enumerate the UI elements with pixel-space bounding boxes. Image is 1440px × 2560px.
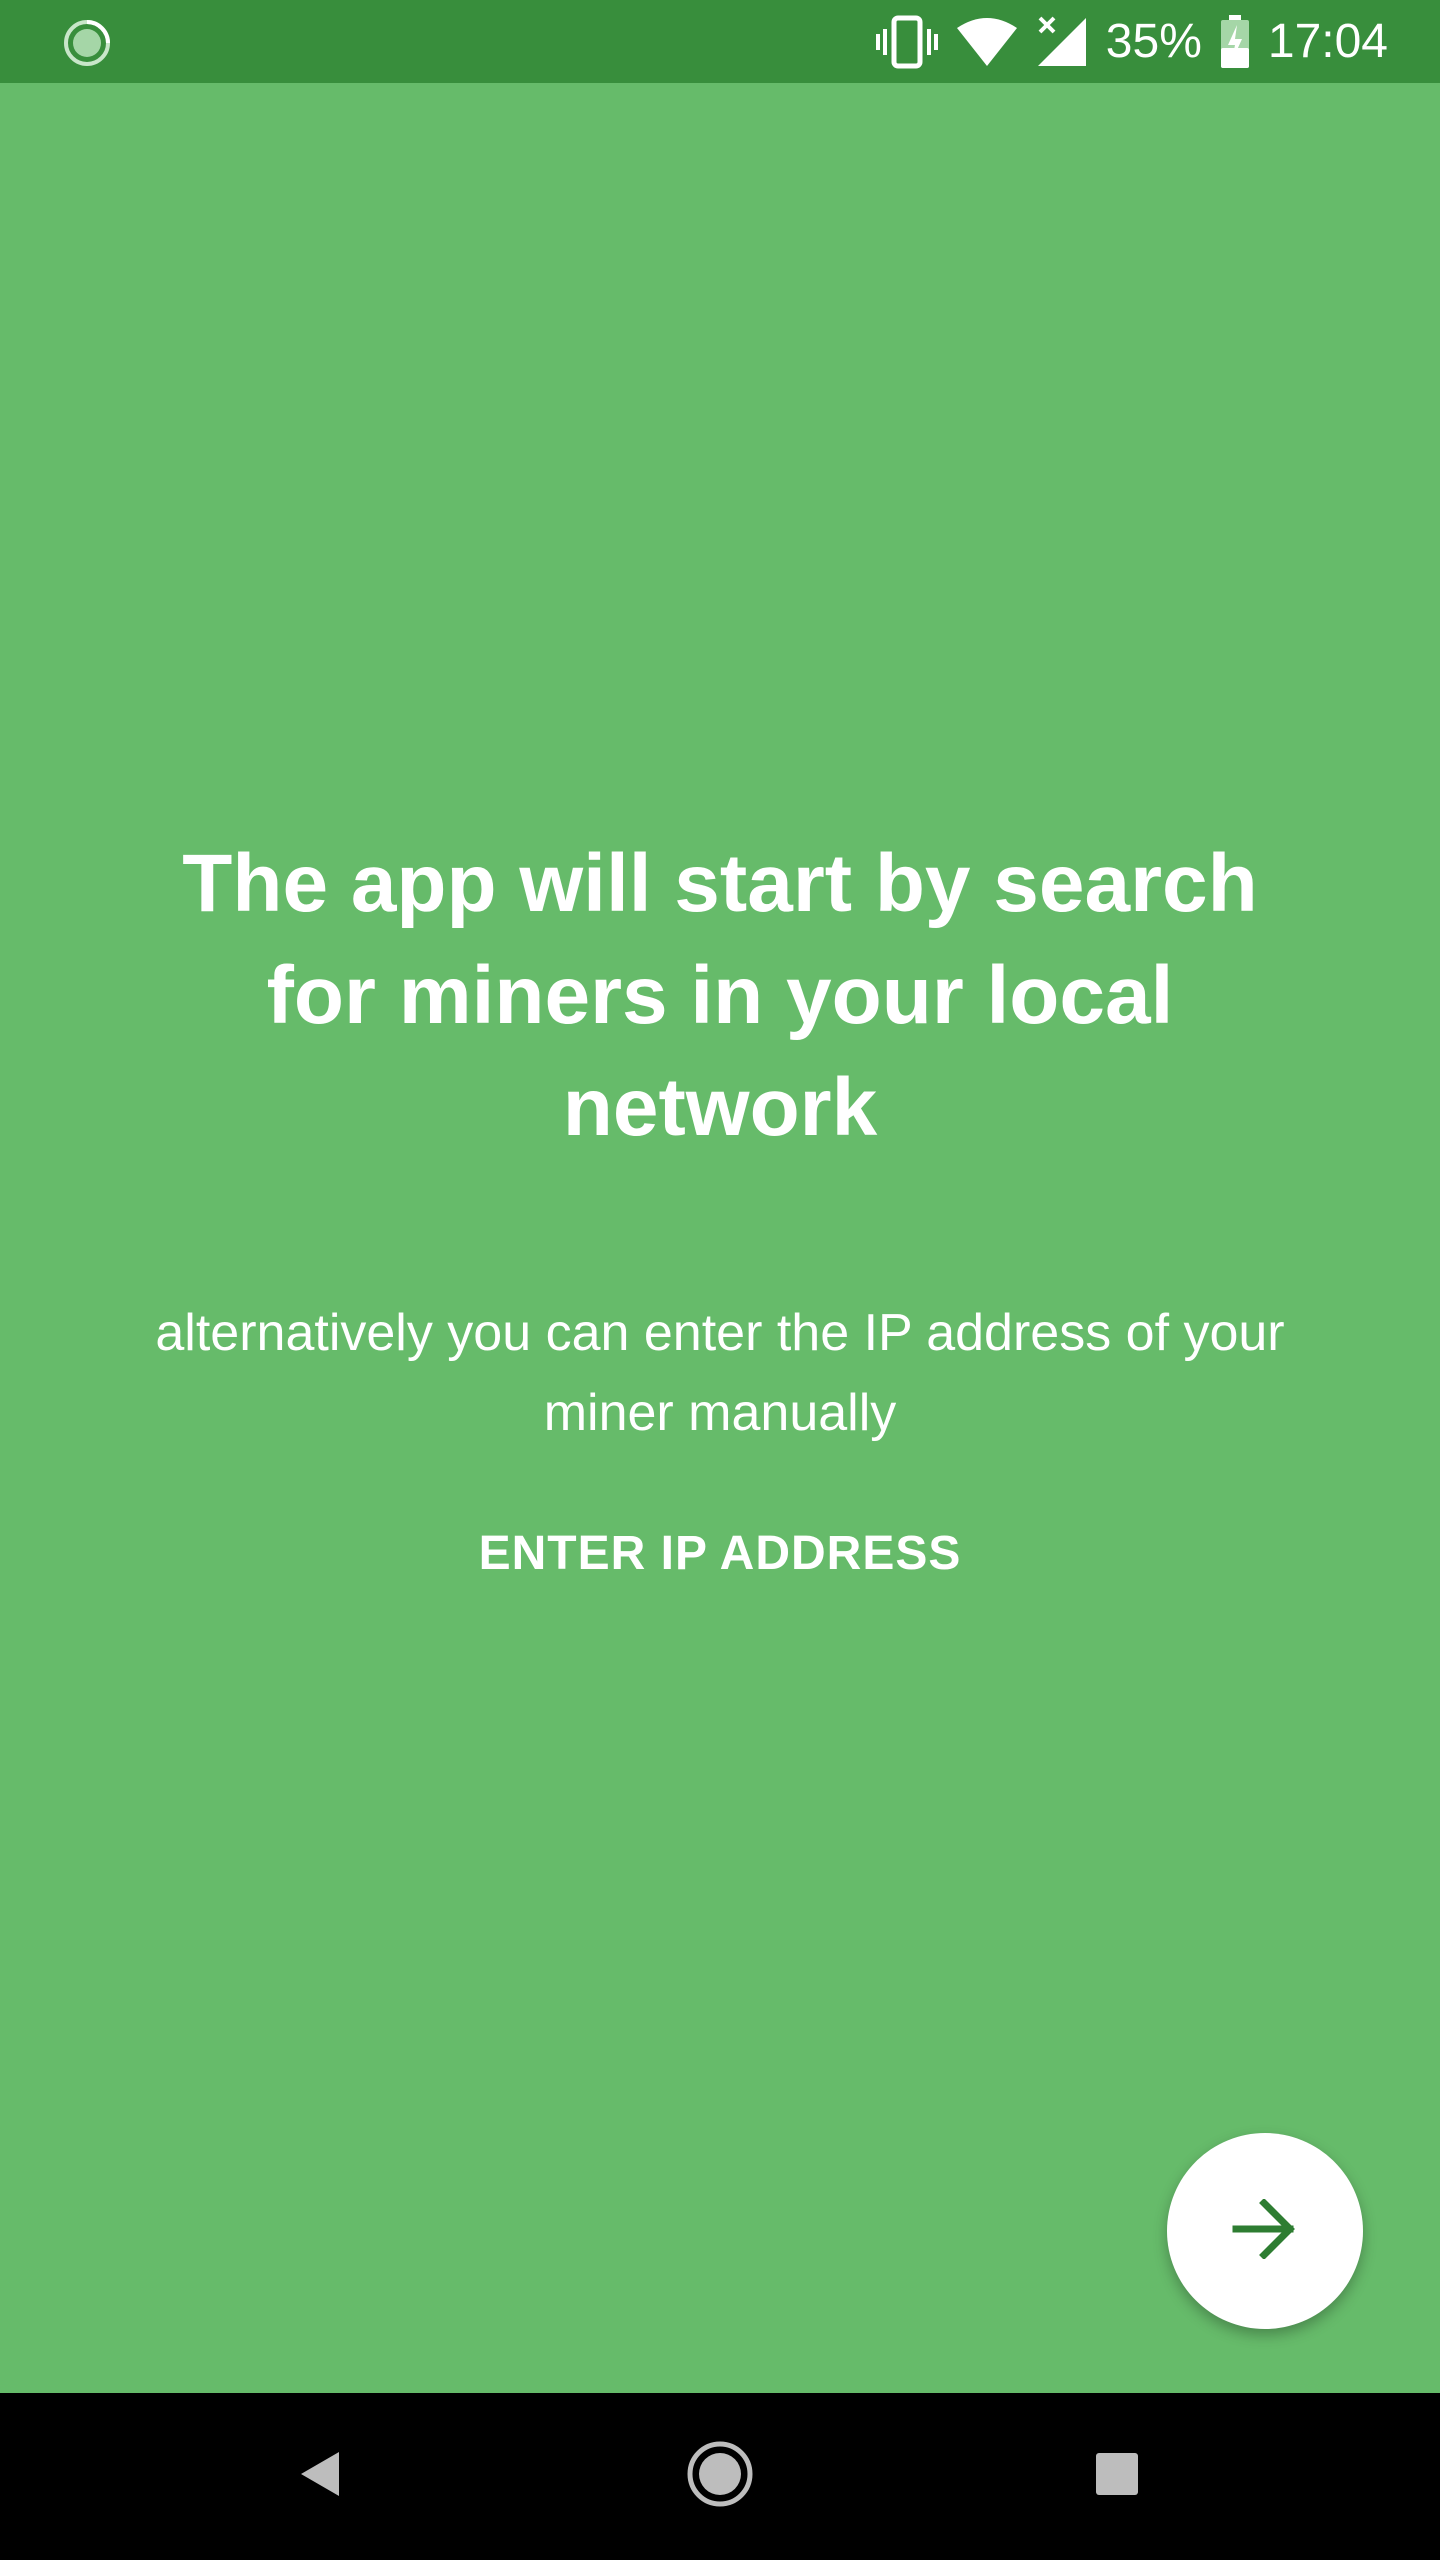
status-icons: 35% 17:04 — [875, 0, 1388, 83]
clock: 17:04 — [1267, 15, 1388, 68]
battery-percent: 35% — [1105, 15, 1202, 68]
sync-icon — [62, 18, 112, 68]
next-button[interactable] — [1167, 2133, 1363, 2329]
arrow-right-icon — [1232, 2197, 1298, 2264]
onboarding-subtext: alternatively you can enter the IP addre… — [155, 1304, 1285, 1442]
onboarding-screen: 35% 17:04 The app will start by search f… — [0, 0, 1440, 2560]
battery-charging-icon — [1220, 14, 1250, 69]
onboarding-headline: The app will start by search for miners … — [182, 838, 1258, 1153]
wifi-icon — [956, 16, 1018, 68]
vibrate-icon — [875, 15, 938, 69]
enter-ip-address-button[interactable]: ENTER IP ADDRESS — [470, 1503, 970, 1603]
home-button[interactable] — [680, 2436, 760, 2516]
onboarding-content: The app will start by search for miners … — [0, 83, 1440, 2393]
back-button[interactable] — [280, 2436, 360, 2516]
recents-icon — [1094, 2451, 1140, 2502]
status-bar: 35% 17:04 — [0, 0, 1440, 83]
no-signal-icon — [1036, 16, 1088, 68]
recents-button[interactable] — [1077, 2436, 1157, 2516]
navigation-bar — [0, 2393, 1440, 2560]
home-icon — [686, 2440, 754, 2513]
back-icon — [297, 2449, 343, 2504]
